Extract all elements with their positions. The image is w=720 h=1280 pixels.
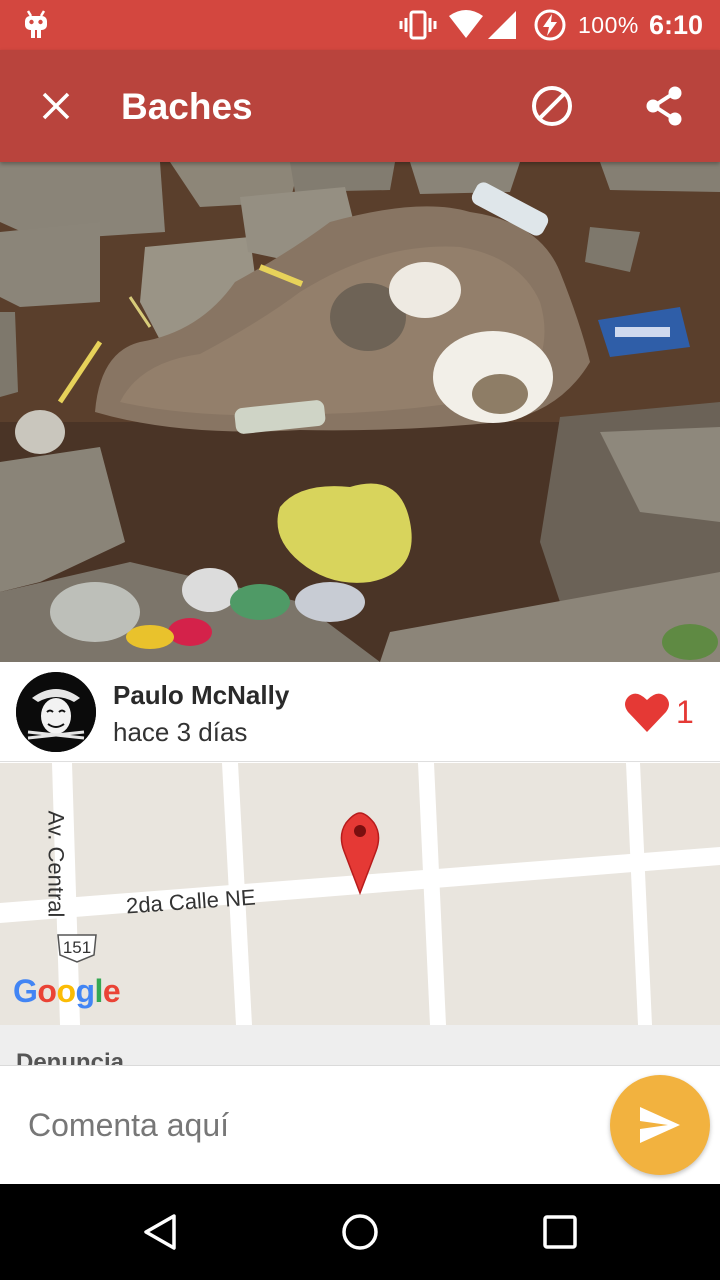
avatar[interactable] [16,672,96,752]
post-timestamp: hace 3 días [113,717,248,747]
pirate-mask-avatar-icon [16,672,96,752]
like-count: 1 [676,694,694,730]
recent-apps-icon [543,1215,577,1249]
block-icon [532,86,572,126]
signal-icon [488,11,516,39]
section-title: Denuncia [16,1049,125,1065]
location-map[interactable]: Av. Central 2da Calle NE 151 Google [0,763,720,1025]
battery-charging-icon [534,9,566,41]
street-label-avenue: Av. Central [43,810,69,918]
recent-apps-button[interactable] [536,1208,584,1256]
author-name[interactable]: Paulo McNally [113,680,289,710]
clock: 6:10 [649,10,704,40]
post-author-row: Paulo McNally hace 3 días 1 [0,662,720,762]
back-icon [144,1214,176,1250]
share-icon [646,86,682,126]
status-bar: 100% 6:10 [0,0,720,50]
page-title: Baches [121,86,253,127]
route-number: 151 [62,938,92,957]
close-icon [42,92,70,120]
heart-icon[interactable] [624,690,670,734]
back-button[interactable] [136,1208,184,1256]
comment-input[interactable] [16,1088,586,1162]
pothole-photo[interactable] [0,162,720,662]
close-button[interactable] [28,78,84,134]
android-icon [25,10,47,38]
share-button[interactable] [636,78,692,134]
home-icon [342,1214,378,1250]
report-block-button[interactable] [524,78,580,134]
system-nav-bar [0,1184,720,1280]
comment-bar [0,1065,720,1184]
send-icon [640,1107,680,1143]
vibrate-icon [399,10,437,40]
pothole-image [0,162,720,662]
location-pin-icon[interactable] [336,811,384,895]
home-button[interactable] [336,1208,384,1256]
google-logo: Google [13,973,121,1009]
send-button[interactable] [610,1075,710,1175]
app-bar: Baches [0,50,720,162]
section-header: Denuncia [0,1025,720,1065]
wifi-icon [449,10,483,38]
battery-percent: 100% [578,12,639,38]
route-shield: 151 [56,933,98,963]
